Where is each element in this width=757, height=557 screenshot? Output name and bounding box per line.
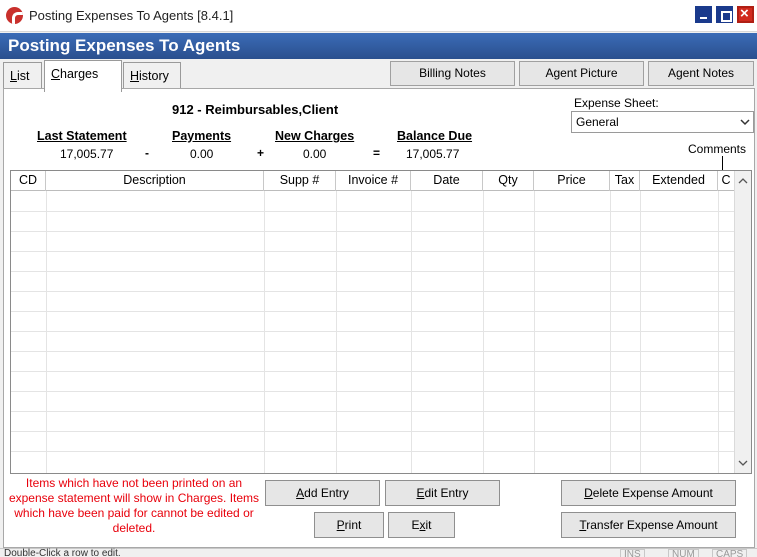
column-header-price[interactable]: Price [534,171,610,191]
column-header-tax[interactable]: Tax [610,171,640,191]
print-label: Print [336,518,362,532]
table-column-line [610,191,611,473]
title-bar: Posting Expenses To Agents [8.4.1] [0,0,757,32]
table-row-line [11,411,735,412]
status-ins: INS [620,549,645,557]
transfer-expense-amount-button[interactable]: Transfer Expense Amount [561,512,736,538]
table-column-line [264,191,265,473]
tab-list-label: List [10,69,30,83]
delete-expense-amount-label: Delete Expense Amount [584,486,713,500]
column-header-extended[interactable]: Extended [640,171,718,191]
delete-expense-amount-button[interactable]: Delete Expense Amount [561,480,736,506]
table-scrollbar[interactable] [734,171,751,473]
table-row-line [11,451,735,452]
table-column-line [640,191,641,473]
table-row-line [11,331,735,332]
payments-label: Payments [172,129,232,143]
balance-due-value: 17,005.77 [406,147,460,161]
print-button[interactable]: Print [314,512,384,538]
window-title: Posting Expenses To Agents [8.4.1] [29,8,234,23]
app-logo-icon [6,7,23,24]
expense-sheet-label: Expense Sheet: [574,96,659,110]
column-header-description[interactable]: Description [46,171,264,191]
table-column-line [534,191,535,473]
table-header: CD Description Supp # Invoice # Date Qty… [11,171,735,191]
scroll-up-icon[interactable] [738,177,748,185]
payments-value: 0.00 [190,147,214,161]
table-row-line [11,351,735,352]
status-caps: CAPS [712,549,748,557]
client-name: 912 - Reimbursables,Client [172,102,339,117]
column-header-cd[interactable]: CD [11,171,46,191]
scroll-down-icon[interactable] [738,459,748,467]
table-row-line [11,231,735,232]
status-num: NUM [668,549,699,557]
comments-label: Comments [688,142,747,156]
tab-charges[interactable]: Charges [44,60,122,92]
status-bar: Double-Click a row to edit. INS NUM CAPS [0,548,757,557]
column-header-date[interactable]: Date [411,171,483,191]
expense-sheet-select[interactable]: General [571,111,754,133]
table-column-line [483,191,484,473]
tab-list[interactable]: List [3,62,42,89]
comments-indicator-line [722,156,723,170]
agent-notes-button[interactable]: Agent Notes [648,61,754,86]
column-header-qty[interactable]: Qty [483,171,534,191]
agent-picture-button[interactable]: Agent Picture [519,61,644,86]
tab-history-label: History [130,69,169,83]
table-column-line [411,191,412,473]
table-row-line [11,371,735,372]
add-entry-button[interactable]: Add Entry [265,480,380,506]
table-column-line [336,191,337,473]
column-header-comments[interactable]: C [718,171,735,191]
new-charges-value: 0.00 [303,147,327,161]
table-column-line [718,191,719,473]
chevron-down-icon [740,119,750,126]
add-entry-label: Add Entry [296,486,349,500]
equals-operator: = [373,146,381,160]
transfer-expense-amount-label: Transfer Expense Amount [579,518,718,532]
maximize-button[interactable] [716,6,733,23]
edit-entry-label: Edit Entry [416,486,469,500]
balance-due-label: Balance Due [397,129,473,143]
expense-sheet-value: General [576,115,619,129]
exit-button[interactable]: Exit [388,512,455,538]
charges-table[interactable]: CD Description Supp # Invoice # Date Qty… [10,170,752,474]
charges-info-note: Items which have not been printed on an … [8,476,260,535]
minimize-button[interactable] [695,6,712,23]
table-row-line [11,271,735,272]
tab-charges-label: Charges [51,67,99,81]
billing-notes-button[interactable]: Billing Notes [390,61,515,86]
table-row-line [11,291,735,292]
column-header-invoice[interactable]: Invoice # [336,171,411,191]
table-row-line [11,311,735,312]
exit-label: Exit [411,518,432,532]
last-statement-label: Last Statement [37,129,127,143]
table-row-line [11,251,735,252]
minus-operator: - [145,146,149,160]
close-button[interactable] [737,5,754,23]
table-row-line [11,391,735,392]
plus-operator: + [257,146,265,160]
column-header-supp[interactable]: Supp # [264,171,336,191]
new-charges-label: New Charges [275,129,355,143]
table-row-line [11,431,735,432]
tab-history[interactable]: History [123,62,181,89]
page-title: Posting Expenses To Agents [0,33,757,59]
table-column-line [46,191,47,473]
status-text: Double-Click a row to edit. [4,548,121,557]
table-row-line [11,211,735,212]
edit-entry-button[interactable]: Edit Entry [385,480,500,506]
last-statement-value: 17,005.77 [60,147,114,161]
